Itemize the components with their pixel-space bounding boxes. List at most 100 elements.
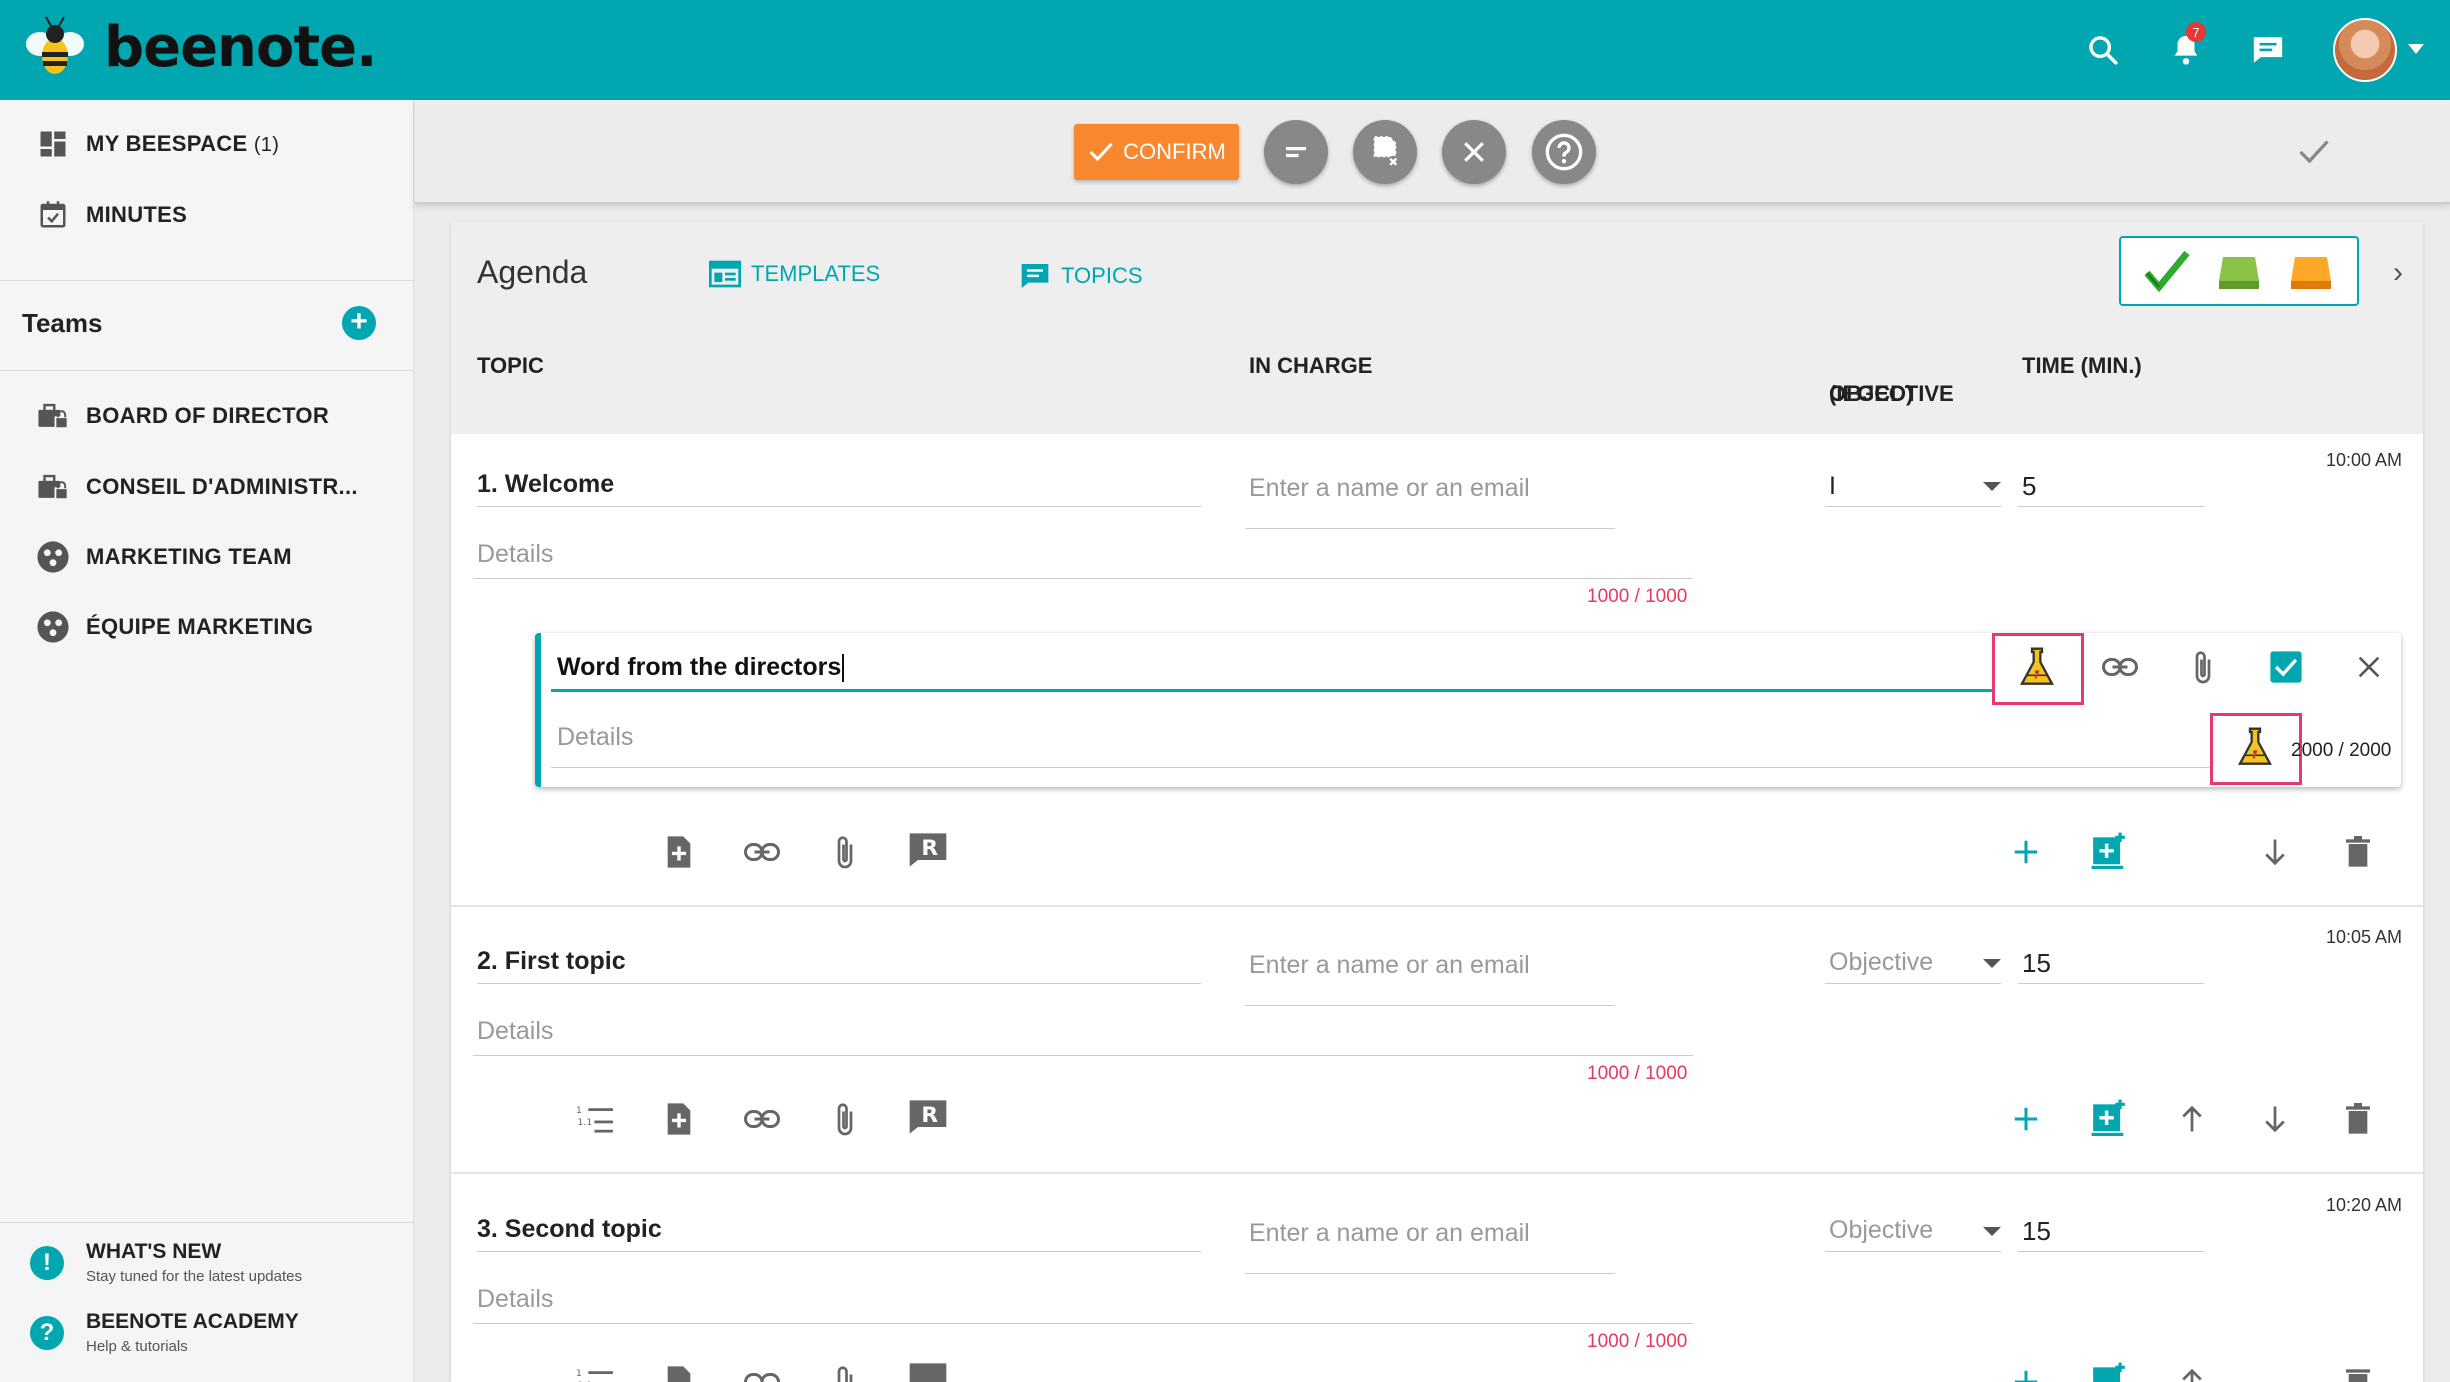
attachment-icon[interactable] xyxy=(2181,645,2225,689)
attachment-icon[interactable] xyxy=(823,1097,867,1141)
delete-icon[interactable] xyxy=(2336,1097,2380,1141)
objective-select[interactable]: Objective xyxy=(1829,1216,1933,1245)
add-topic-icon[interactable] xyxy=(2087,1358,2131,1382)
add-topic-icon[interactable] xyxy=(2087,828,2131,872)
confirm-label: CONFIRM xyxy=(1123,139,1226,164)
close-icon[interactable] xyxy=(2347,645,2391,689)
add-subtopic-icon[interactable] xyxy=(2004,1360,2048,1382)
notifications-bell-icon[interactable]: 7 xyxy=(2164,22,2208,72)
minutes-input[interactable]: 5 xyxy=(2022,471,2036,502)
link-icon[interactable] xyxy=(740,1097,784,1141)
resolution-icon[interactable]: R xyxy=(906,828,950,872)
beenote-logo[interactable]: beenote. xyxy=(20,14,377,84)
tab-templates[interactable]: TEMPLATES xyxy=(709,260,880,288)
chevron-down-icon[interactable] xyxy=(1983,1227,2001,1236)
green-folder-icon[interactable] xyxy=(2215,249,2263,293)
sidebar-team-conseil[interactable]: CONSEIL D'ADMINISTR... xyxy=(36,467,358,507)
move-down-icon[interactable] xyxy=(2253,1097,2297,1141)
add-team-button[interactable]: + xyxy=(342,306,376,340)
topic-status-selector xyxy=(2119,236,2359,306)
close-button[interactable] xyxy=(1442,120,1506,184)
move-up-icon[interactable] xyxy=(2170,1360,2214,1382)
divider xyxy=(0,370,414,371)
add-note-icon[interactable] xyxy=(657,1097,701,1141)
subtopic-details-input[interactable]: Details xyxy=(557,723,633,752)
link-icon[interactable] xyxy=(740,830,784,874)
close-icon xyxy=(1464,142,1484,162)
topic-title-input[interactable]: 1. Welcome xyxy=(477,470,614,499)
divider xyxy=(0,280,414,281)
beenote-academy-link[interactable]: ? BEENOTE ACADEMY Help & tutorials xyxy=(30,1310,299,1355)
topic-title-input[interactable]: 2. First topic xyxy=(477,947,626,976)
confirm-button[interactable]: CONFIRM xyxy=(1074,124,1239,180)
minutes-input[interactable]: 15 xyxy=(2022,948,2051,979)
alert-icon: ! xyxy=(30,1246,64,1280)
delete-icon[interactable] xyxy=(2336,830,2380,874)
add-topic-icon[interactable] xyxy=(2087,1095,2131,1139)
svg-text:1: 1 xyxy=(576,1368,582,1379)
numbered-list-icon[interactable]: 11.1 xyxy=(574,1360,618,1382)
resolution-icon[interactable]: R xyxy=(906,1095,950,1139)
orange-folder-icon[interactable] xyxy=(2287,249,2335,293)
team-label: MARKETING TEAM xyxy=(86,544,292,569)
chevron-down-icon[interactable] xyxy=(2408,44,2424,54)
agenda-header: Agenda TEMPLATES TOPICS › xyxy=(451,222,2423,324)
in-charge-input[interactable]: Enter a name or an email xyxy=(1249,1219,1530,1248)
objective-select[interactable]: Objective xyxy=(1829,948,1933,977)
tab-topics[interactable]: TOPICS xyxy=(1019,260,1143,292)
user-avatar[interactable] xyxy=(2333,18,2397,82)
resolution-icon[interactable] xyxy=(906,1358,950,1382)
attachment-icon[interactable] xyxy=(823,1360,867,1382)
topic-title-input[interactable]: 3. Second topic xyxy=(477,1215,662,1244)
chevron-right-icon[interactable]: › xyxy=(2393,256,2403,290)
details-input[interactable]: Details xyxy=(477,540,553,569)
team-label: CONSEIL D'ADMINISTR... xyxy=(86,474,358,499)
move-up-icon[interactable] xyxy=(2170,1097,2214,1141)
sidebar-item-minutes[interactable]: MINUTES xyxy=(36,195,187,235)
whats-new-link[interactable]: ! WHAT'S NEW Stay tuned for the latest u… xyxy=(30,1240,302,1285)
cancel-minutes-button[interactable] xyxy=(1353,120,1417,184)
beespace-count: (1) xyxy=(253,134,280,156)
collapse-button[interactable] xyxy=(1264,120,1328,184)
team-group-icon xyxy=(36,540,70,574)
minutes-toolbar xyxy=(415,100,2450,204)
add-note-icon[interactable] xyxy=(657,830,701,874)
agenda-title: Agenda xyxy=(477,254,588,290)
agenda-panel: Agenda TEMPLATES TOPICS › TOPIC IN CHARG… xyxy=(451,222,2423,1382)
green-check-icon[interactable] xyxy=(2143,249,2191,293)
details-input[interactable]: Details xyxy=(477,1285,553,1314)
chevron-down-icon[interactable] xyxy=(1983,959,2001,968)
link-icon[interactable] xyxy=(2098,645,2142,689)
dashboard-icon xyxy=(36,127,70,161)
add-note-icon[interactable] xyxy=(657,1360,701,1382)
search-icon[interactable] xyxy=(2081,28,2125,72)
move-down-icon[interactable] xyxy=(2253,830,2297,874)
whats-new-title: WHAT'S NEW xyxy=(86,1240,222,1263)
sidebar-team-board-of-director[interactable]: BOARD OF DIRECTOR xyxy=(36,396,329,436)
minutes-input[interactable]: 15 xyxy=(2022,1216,2051,1247)
sidebar-team-equipe-marketing[interactable]: ÉQUIPE MARKETING xyxy=(36,607,313,647)
add-subtopic-icon[interactable] xyxy=(2004,830,2048,874)
topic-start-time: 10:00 AM xyxy=(2326,450,2403,470)
link-icon[interactable] xyxy=(740,1360,784,1382)
question-icon xyxy=(1545,133,1583,171)
in-charge-input[interactable]: Enter a name or an email xyxy=(1249,951,1530,980)
chevron-down-icon[interactable] xyxy=(1983,482,2001,491)
save-subtopic-check-icon[interactable] xyxy=(2264,645,2308,689)
delete-icon[interactable] xyxy=(2336,1360,2380,1382)
flask-icon[interactable] xyxy=(2233,725,2277,769)
help-button[interactable] xyxy=(1532,120,1596,184)
add-subtopic-icon[interactable] xyxy=(2004,1097,2048,1141)
objective-select[interactable]: I xyxy=(1829,472,1836,501)
flask-icon[interactable] xyxy=(2015,645,2059,689)
sidebar-team-marketing-team[interactable]: MARKETING TEAM xyxy=(36,537,292,577)
in-charge-input[interactable]: Enter a name or an email xyxy=(1249,474,1530,503)
numbered-list-icon[interactable]: 11.1 xyxy=(574,1097,618,1141)
char-counter: 1000 / 1000 xyxy=(1587,1331,1688,1352)
details-input[interactable]: Details xyxy=(477,1017,553,1046)
document-remove-icon xyxy=(1373,136,1400,168)
subtopic-title-input[interactable]: Word from the directors xyxy=(557,653,845,683)
chat-icon[interactable] xyxy=(2246,28,2290,72)
attachment-icon[interactable] xyxy=(823,830,867,874)
sidebar-item-my-beespace[interactable]: MY BEESPACE (1) xyxy=(36,124,279,164)
